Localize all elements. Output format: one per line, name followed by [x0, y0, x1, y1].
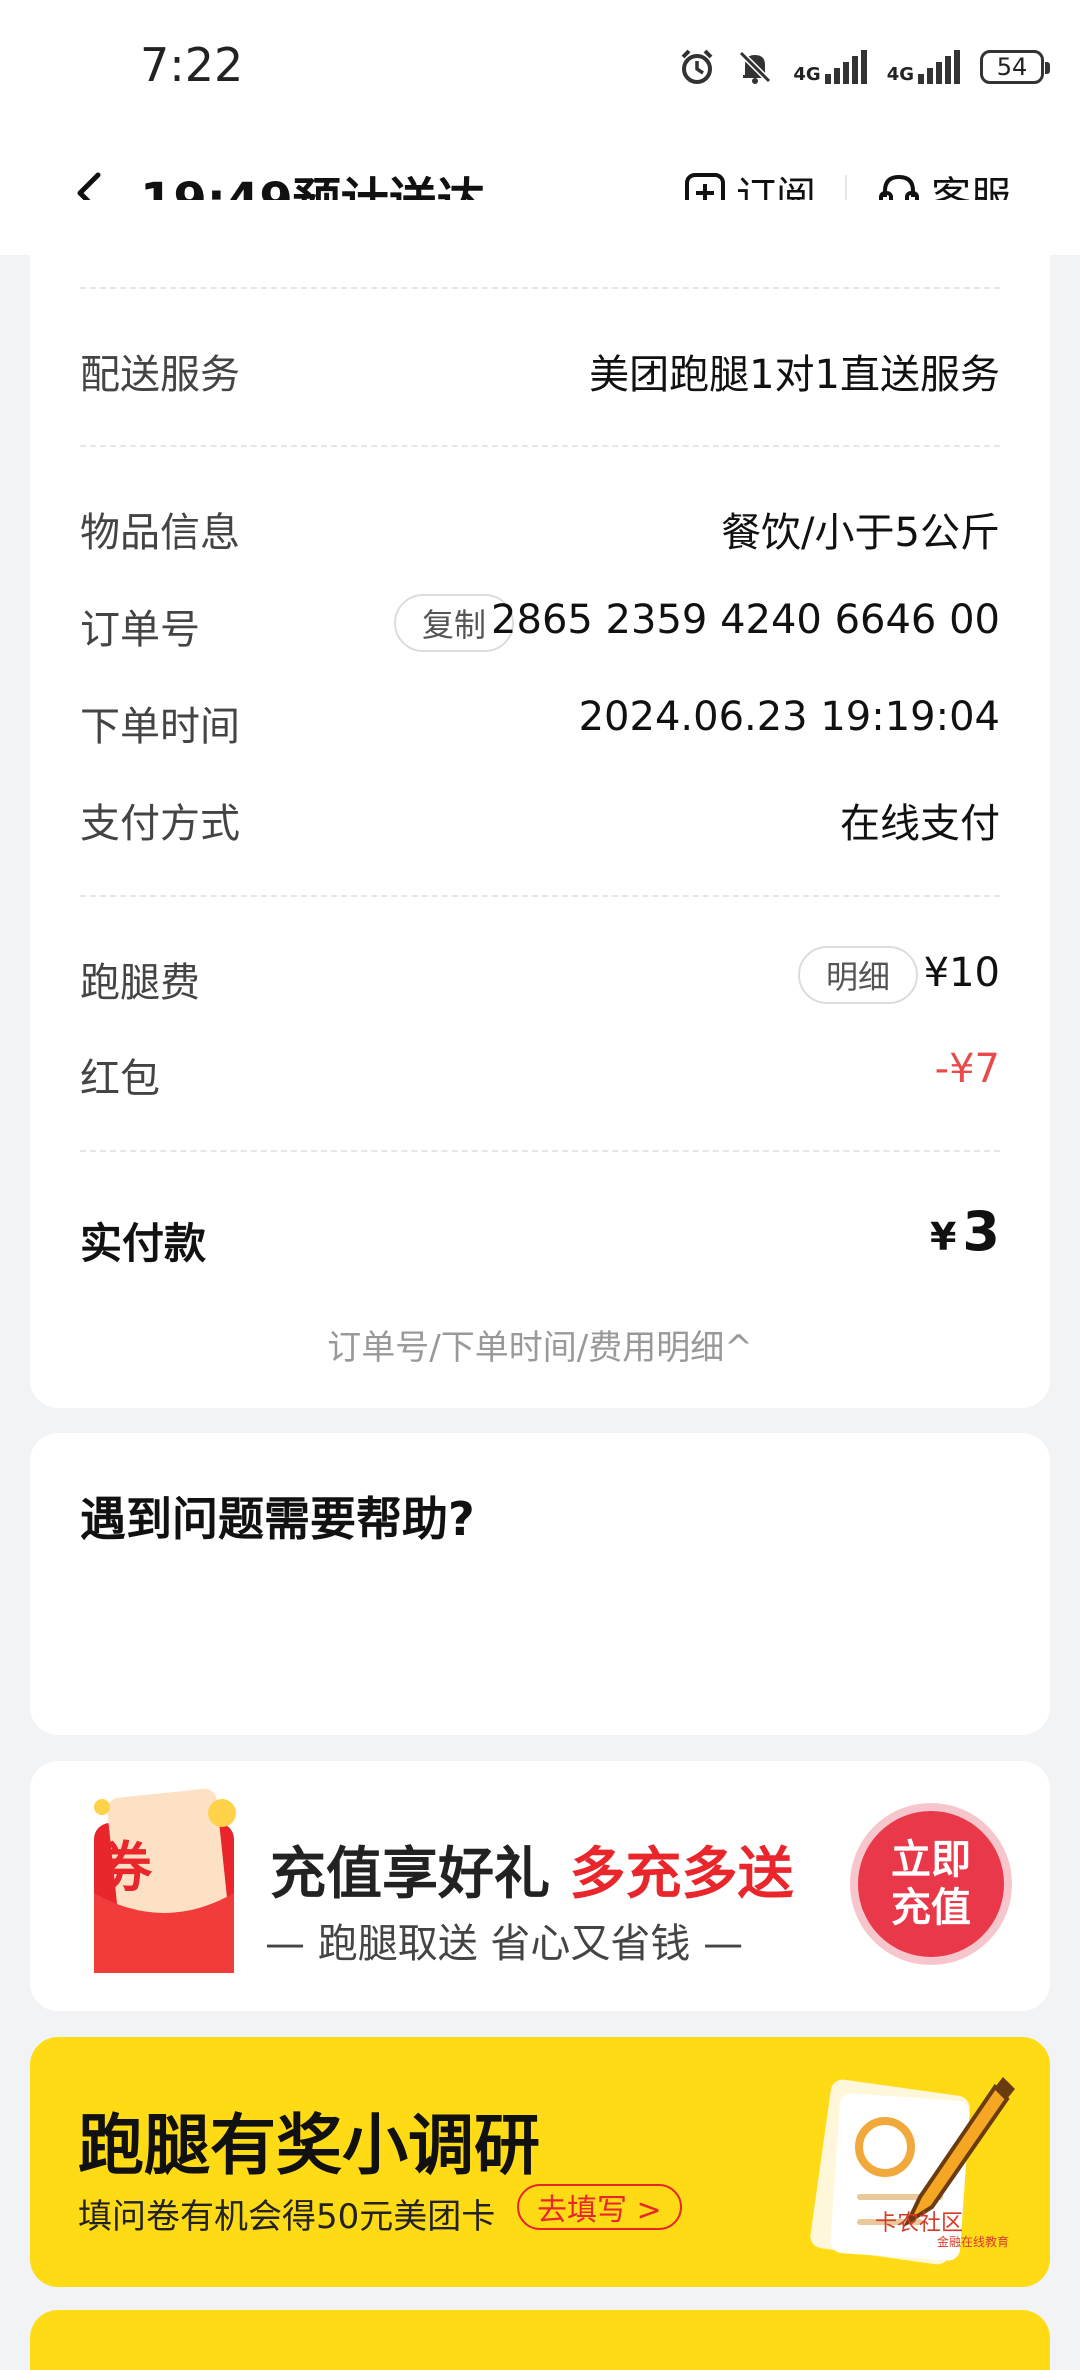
survey-subtitle: 填问卷有机会得50元美团卡 [78, 2197, 496, 2237]
paid-label: 实付款 [80, 1219, 207, 1268]
fee-value: ¥10 [923, 950, 1000, 996]
battery-icon: 54 [980, 50, 1050, 84]
status-bar: 7:22 4G 4G 54 [0, 0, 1080, 135]
recharge-now-button[interactable]: 立即 充值 [850, 1803, 1012, 1965]
recharge-button-line2: 充值 [891, 1885, 971, 1931]
order-no-value: 2865 2359 4240 6646 00 [491, 597, 1000, 643]
item-info-value: 餐饮/小于5公斤 [721, 510, 1000, 556]
survey-banner[interactable]: 跑腿有奖小调研 填问卷有机会得50元美团卡 去填写 > [30, 2037, 1050, 2287]
red-packet-value: -¥7 [934, 1046, 1000, 1092]
paid-amount-number: 3 [962, 1200, 1000, 1263]
recharge-subtitle: — 跑腿取送 省心又省钱 — [265, 1921, 744, 1967]
bell-off-icon [739, 50, 772, 84]
order-detail-card: 配送服务 美团跑腿1对1直送服务 物品信息 餐饮/小于5公斤 订单号 复制 28… [30, 200, 1050, 1408]
paid-currency: ¥ [929, 1215, 957, 1259]
delivery-service-label: 配送服务 [80, 352, 240, 398]
survey-title: 跑腿有奖小调研 [78, 2107, 540, 2184]
help-card: 遇到问题需要帮助? [30, 1433, 1050, 1735]
status-time: 7:22 [140, 38, 244, 92]
recharge-title-highlight: 多充多送 [569, 1842, 794, 1907]
red-packet-label: 红包 [80, 1056, 160, 1102]
battery-level: 54 [996, 53, 1028, 81]
collapse-details-toggle[interactable]: 订单号/下单时间/费用明细^ [30, 1320, 1050, 1369]
payment-method-value: 在线支付 [840, 801, 1000, 847]
order-time-value: 2024.06.23 19:19:04 [578, 694, 1000, 740]
signal-icon-2: 4G [887, 50, 962, 84]
payment-method-label: 支付方式 [80, 801, 240, 847]
recharge-title: 充值享好礼 多充多送 [270, 1829, 794, 1910]
status-icons: 4G 4G 54 [677, 44, 1050, 90]
fee-detail-button[interactable]: 明细 [798, 946, 918, 1004]
fill-survey-button[interactable]: 去填写 > [517, 2184, 682, 2230]
recharge-title-main: 充值享好礼 [270, 1842, 570, 1907]
alarm-icon [681, 49, 713, 84]
order-time-label: 下单时间 [80, 704, 240, 750]
watermark-sub: 金融在线教育 [937, 2235, 1010, 2249]
next-banner-partial[interactable] [30, 2310, 1050, 2370]
divider [80, 895, 1000, 897]
divider [80, 445, 1000, 447]
recharge-button-line1: 立即 [891, 1837, 971, 1883]
paid-amount: ¥3 [930, 1200, 1000, 1263]
item-info-label: 物品信息 [80, 510, 240, 556]
coupon-text: 券 [98, 1836, 152, 1899]
recharge-banner[interactable]: 券 充值享好礼 多充多送 — 跑腿取送 省心又省钱 — 立即 充值 [30, 1761, 1050, 2011]
help-title: 遇到问题需要帮助? [80, 1492, 475, 1546]
divider [80, 287, 1000, 289]
delivery-service-value: 美团跑腿1对1直送服务 [589, 352, 1000, 398]
signal-icon-1: 4G [793, 50, 868, 84]
order-no-label: 订单号 [80, 607, 200, 653]
fee-label: 跑腿费 [80, 960, 200, 1006]
divider [80, 1150, 1000, 1152]
